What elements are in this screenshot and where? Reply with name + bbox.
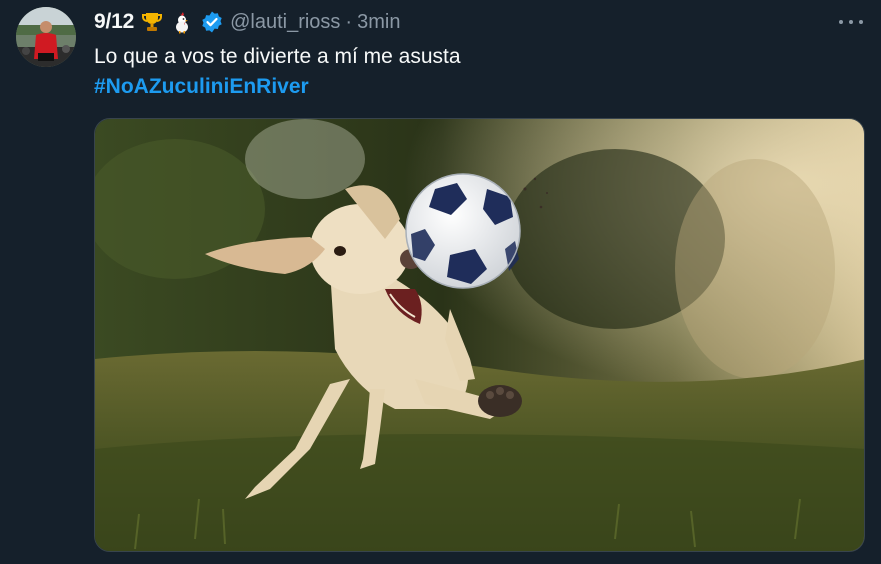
- avatar-image: [16, 7, 76, 67]
- trophy-icon: [140, 10, 164, 34]
- dog-with-soccer-ball-photo: [95, 119, 864, 551]
- more-dot: [839, 20, 843, 24]
- tweet: 9/12 @lauti_rioss · 3min Lo que a vos te…: [0, 0, 881, 564]
- user-handle[interactable]: @lauti_rioss: [230, 11, 340, 34]
- hashtag-link[interactable]: #NoAZuculiniEnRiver: [94, 72, 309, 102]
- chicken-icon: [170, 10, 194, 34]
- display-name[interactable]: 9/12: [94, 10, 134, 34]
- tweet-text: Lo que a vos te divierte a mí me asusta: [94, 45, 461, 68]
- verified-badge-icon[interactable]: [200, 10, 224, 34]
- more-dot: [859, 20, 863, 24]
- separator-dot: ·: [345, 10, 353, 33]
- more-options-icon[interactable]: [839, 12, 863, 32]
- avatar[interactable]: [16, 7, 76, 67]
- tweet-photo[interactable]: [94, 118, 865, 552]
- more-dot: [849, 20, 853, 24]
- tweet-header: 9/12 @lauti_rioss · 3min: [94, 8, 400, 36]
- timestamp[interactable]: 3min: [357, 11, 400, 34]
